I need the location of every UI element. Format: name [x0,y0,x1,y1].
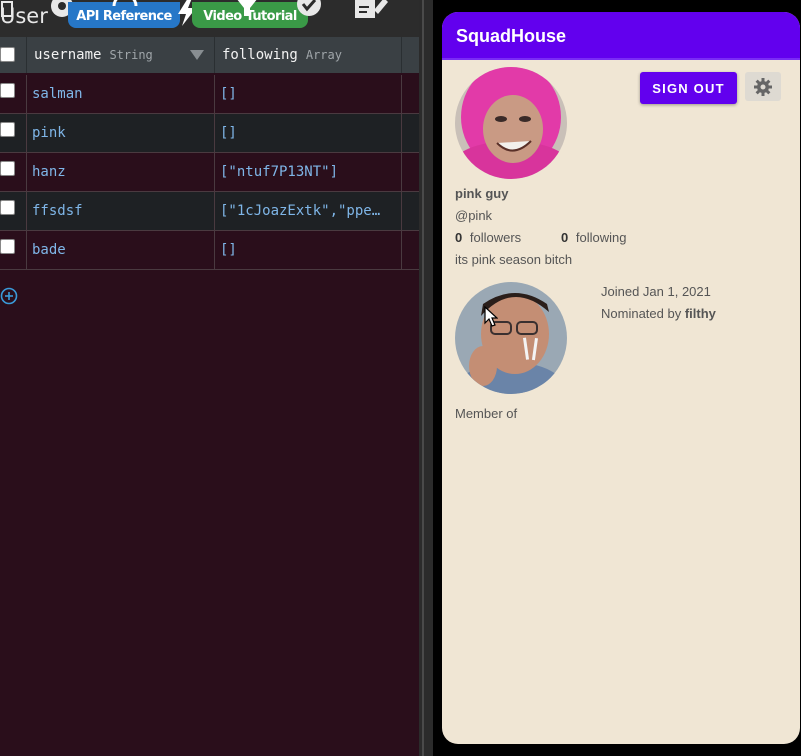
column-type: String [109,48,153,62]
row-checkbox[interactable] [0,200,15,215]
following-label: following [575,230,627,245]
phone-screen: SquadHouse SIGN OUT pink guy @pink 0 fol… [442,12,800,744]
username-cell[interactable]: bade [32,231,210,269]
following-link[interactable]: 0 following [561,230,626,245]
table-row[interactable]: pink [] [0,114,419,153]
gear-icon [754,77,772,96]
profile-handle: @pink [455,208,493,223]
filter-icon[interactable] [232,0,262,26]
app-title: SquadHouse [456,26,567,46]
followers-link[interactable]: 0 followers [455,230,521,245]
refresh-icon[interactable] [110,0,140,26]
row-checkbox[interactable] [0,161,15,176]
following-cell[interactable]: [] [220,114,398,152]
profile-photo [455,67,567,179]
check-badge-icon[interactable] [294,0,324,26]
nominated-by-prefix: Nominated by [601,306,682,321]
column-name: username [34,47,102,63]
column-header-following[interactable]: following Array [222,37,342,73]
select-all-checkbox[interactable] [0,47,15,62]
class-icon [1,1,13,17]
column-type: Array [305,48,342,62]
table-row[interactable]: salman [] [0,75,419,114]
followers-label: followers [469,230,522,245]
table-row[interactable]: hanz ["ntuf7P13NT"] [0,153,419,192]
settings-button[interactable] [745,72,781,101]
joined-date: Joined Jan 1, 2021 [601,284,711,299]
profile-display-name: pink guy [455,186,509,201]
row-checkbox[interactable] [0,122,15,137]
username-cell[interactable]: salman [32,75,210,113]
followers-count: 0 [455,230,463,245]
profile-avatar[interactable] [455,67,567,179]
nominator-photo [455,282,567,394]
add-row-icon[interactable] [0,287,18,305]
column-header-username[interactable]: username String [34,37,153,73]
profile-bio: its pink season bitch [455,252,573,267]
sign-out-button[interactable]: SIGN OUT [640,72,737,104]
app-bar: SquadHouse [442,12,800,60]
username-cell[interactable]: ffsdsf [32,192,210,230]
panel-divider[interactable] [419,0,433,756]
username-cell[interactable]: pink [32,114,210,152]
username-cell[interactable]: hanz [32,153,210,191]
nominator-name[interactable]: filthy [685,306,716,321]
nominated-by: Nominated by filthy [601,306,716,321]
following-cell[interactable]: ["1cJoazExtk","ppe… [220,192,398,230]
following-count: 0 [561,230,569,245]
following-cell[interactable]: ["ntuf7P13NT"] [220,153,398,191]
table-header: username String following Array [0,37,419,73]
following-cell[interactable]: [] [220,231,398,269]
member-of-label: Member of [455,406,518,421]
column-name: following [222,47,298,63]
edit-icon[interactable] [352,0,388,26]
table-row[interactable]: bade [] [0,231,419,270]
sort-down-icon[interactable] [190,50,204,60]
row-checkbox[interactable] [0,239,15,254]
row-checkbox[interactable] [0,83,15,98]
database-browser: User API Reference Video Tutorial userna… [0,0,419,756]
mouse-cursor-icon [484,306,498,327]
browser-toolbar: User API Reference Video Tutorial [0,0,419,37]
nominator-avatar[interactable] [455,282,567,394]
table-row[interactable]: ffsdsf ["1cJoazExtk","ppe… [0,192,419,231]
following-cell[interactable]: [] [220,75,398,113]
